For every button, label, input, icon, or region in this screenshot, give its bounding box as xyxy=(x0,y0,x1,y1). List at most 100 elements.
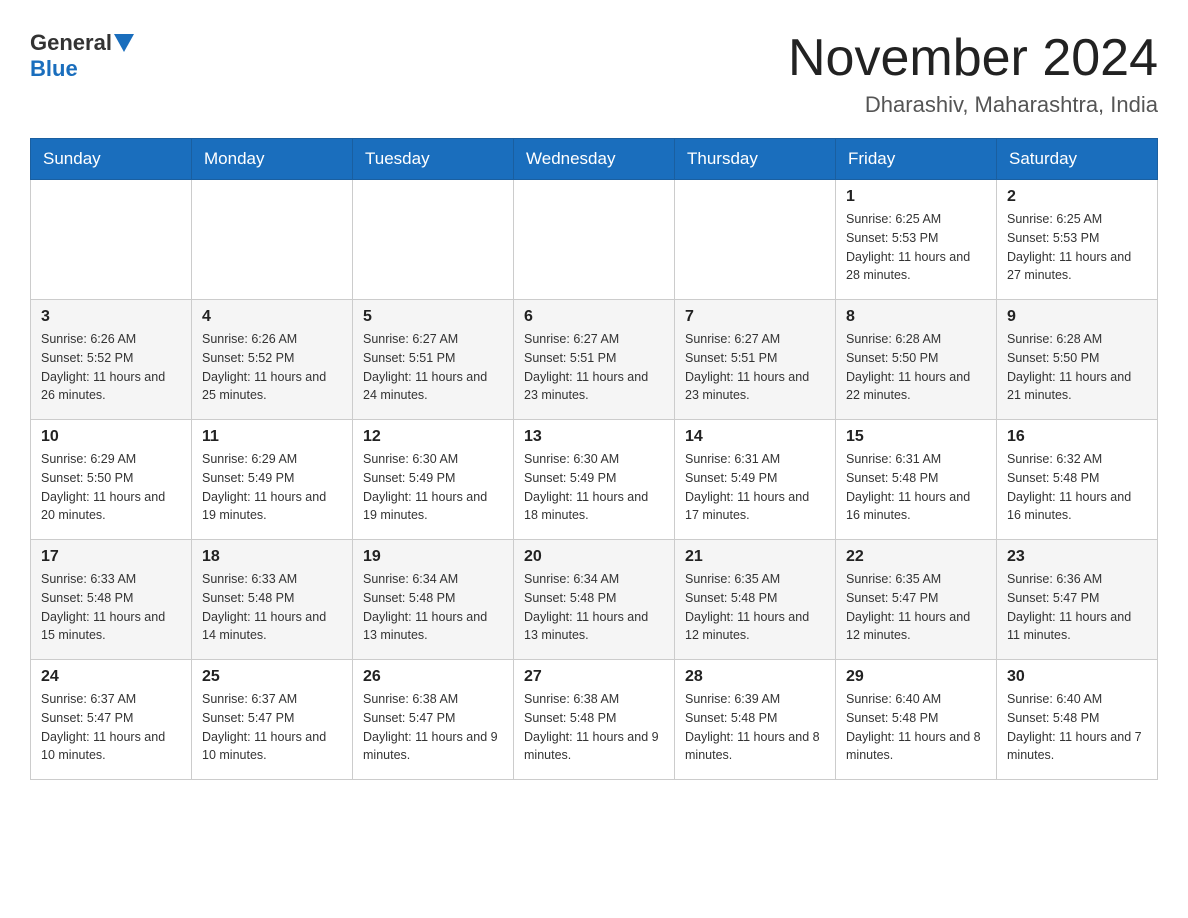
day-number: 14 xyxy=(685,428,825,446)
day-info: Sunrise: 6:27 AM Sunset: 5:51 PM Dayligh… xyxy=(685,330,825,405)
calendar-week-row: 24 Sunrise: 6:37 AM Sunset: 5:47 PM Dayli… xyxy=(31,660,1158,780)
month-year-title: November 2024 xyxy=(788,30,1158,87)
logo-blue-text: Blue xyxy=(30,56,78,82)
day-number: 20 xyxy=(524,548,664,566)
day-info: Sunrise: 6:28 AM Sunset: 5:50 PM Dayligh… xyxy=(1007,330,1147,405)
day-number: 26 xyxy=(363,668,503,686)
weekday-header-friday: Friday xyxy=(836,139,997,180)
calendar-cell: 2Sunrise: 6:25 AM Sunset: 5:53 PM Daylig… xyxy=(997,180,1158,300)
day-number: 1 xyxy=(846,188,986,206)
day-info: Sunrise: 6:40 AM Sunset: 5:48 PM Dayligh… xyxy=(846,690,986,765)
calendar-cell: 10Sunrise: 6:29 AM Sunset: 5:50 PM Dayli… xyxy=(31,420,192,540)
calendar-cell xyxy=(353,180,514,300)
calendar-cell: 12Sunrise: 6:30 AM Sunset: 5:49 PM Dayli… xyxy=(353,420,514,540)
calendar-cell: 24Sunrise: 6:37 AM Sunset: 5:47 PM Dayli… xyxy=(31,660,192,780)
calendar-cell: 3 Sunrise: 6:26 AM Sunset: 5:52 PM Daylig… xyxy=(31,300,192,420)
day-number: 24 xyxy=(41,668,181,686)
day-number: 28 xyxy=(685,668,825,686)
calendar-cell xyxy=(675,180,836,300)
day-number: 7 xyxy=(685,308,825,326)
calendar-cell: 28 Sunrise: 6:39 AM Sunset: 5:48 PM Dayli… xyxy=(675,660,836,780)
calendar-week-row: 17Sunrise: 6:33 AM Sunset: 5:48 PM Dayli… xyxy=(31,540,1158,660)
day-info: Sunrise: 6:38 AM Sunset: 5:47 PM Dayligh… xyxy=(363,690,503,765)
day-number: 4 xyxy=(202,308,342,326)
calendar-cell: 15 Sunrise: 6:31 AM Sunset: 5:48 PM Dayli… xyxy=(836,420,997,540)
day-info: Sunrise: 6:33 AM Sunset: 5:48 PM Dayligh… xyxy=(202,570,342,645)
day-number: 8 xyxy=(846,308,986,326)
weekday-header-tuesday: Tuesday xyxy=(353,139,514,180)
day-info: Sunrise: 6:26 AM Sunset: 5:52 PM Dayligh… xyxy=(41,330,181,405)
day-info: Sunrise: 6:37 AM Sunset: 5:47 PM Dayligh… xyxy=(202,690,342,765)
calendar-week-row: 3 Sunrise: 6:26 AM Sunset: 5:52 PM Daylig… xyxy=(31,300,1158,420)
day-info: Sunrise: 6:35 AM Sunset: 5:48 PM Dayligh… xyxy=(685,570,825,645)
calendar-week-row: 10Sunrise: 6:29 AM Sunset: 5:50 PM Dayli… xyxy=(31,420,1158,540)
logo: General Blue xyxy=(30,30,136,82)
day-number: 22 xyxy=(846,548,986,566)
calendar-cell: 13 Sunrise: 6:30 AM Sunset: 5:49 PM Dayli… xyxy=(514,420,675,540)
day-info: Sunrise: 6:39 AM Sunset: 5:48 PM Dayligh… xyxy=(685,690,825,765)
logo-general-text: General xyxy=(30,30,112,56)
day-info: Sunrise: 6:32 AM Sunset: 5:48 PM Dayligh… xyxy=(1007,450,1147,525)
day-info: Sunrise: 6:28 AM Sunset: 5:50 PM Dayligh… xyxy=(846,330,986,405)
day-number: 3 xyxy=(41,308,181,326)
day-info: Sunrise: 6:29 AM Sunset: 5:50 PM Dayligh… xyxy=(41,450,181,525)
day-info: Sunrise: 6:31 AM Sunset: 5:48 PM Dayligh… xyxy=(846,450,986,525)
day-info: Sunrise: 6:25 AM Sunset: 5:53 PM Dayligh… xyxy=(846,210,986,285)
day-number: 30 xyxy=(1007,668,1147,686)
weekday-header-sunday: Sunday xyxy=(31,139,192,180)
weekday-header-thursday: Thursday xyxy=(675,139,836,180)
day-number: 6 xyxy=(524,308,664,326)
calendar-cell: 14Sunrise: 6:31 AM Sunset: 5:49 PM Dayli… xyxy=(675,420,836,540)
day-number: 18 xyxy=(202,548,342,566)
calendar-cell: 20 Sunrise: 6:34 AM Sunset: 5:48 PM Dayli… xyxy=(514,540,675,660)
day-number: 19 xyxy=(363,548,503,566)
weekday-header-wednesday: Wednesday xyxy=(514,139,675,180)
day-info: Sunrise: 6:26 AM Sunset: 5:52 PM Dayligh… xyxy=(202,330,342,405)
day-info: Sunrise: 6:30 AM Sunset: 5:49 PM Dayligh… xyxy=(363,450,503,525)
day-info: Sunrise: 6:30 AM Sunset: 5:49 PM Dayligh… xyxy=(524,450,664,525)
calendar-cell: 8 Sunrise: 6:28 AM Sunset: 5:50 PM Daylig… xyxy=(836,300,997,420)
day-info: Sunrise: 6:34 AM Sunset: 5:48 PM Dayligh… xyxy=(524,570,664,645)
day-number: 2 xyxy=(1007,188,1147,206)
logo-triangle-icon xyxy=(114,34,134,52)
calendar-table: SundayMondayTuesdayWednesdayThursdayFrid… xyxy=(30,138,1158,780)
calendar-cell: 5 Sunrise: 6:27 AM Sunset: 5:51 PM Daylig… xyxy=(353,300,514,420)
day-number: 13 xyxy=(524,428,664,446)
calendar-week-row: 1 Sunrise: 6:25 AM Sunset: 5:53 PM Daylig… xyxy=(31,180,1158,300)
calendar-cell: 16Sunrise: 6:32 AM Sunset: 5:48 PM Dayli… xyxy=(997,420,1158,540)
calendar-cell: 6 Sunrise: 6:27 AM Sunset: 5:51 PM Daylig… xyxy=(514,300,675,420)
calendar-cell xyxy=(31,180,192,300)
calendar-cell: 30 Sunrise: 6:40 AM Sunset: 5:48 PM Dayli… xyxy=(997,660,1158,780)
day-number: 21 xyxy=(685,548,825,566)
day-info: Sunrise: 6:27 AM Sunset: 5:51 PM Dayligh… xyxy=(524,330,664,405)
day-info: Sunrise: 6:40 AM Sunset: 5:48 PM Dayligh… xyxy=(1007,690,1147,765)
calendar-cell: 1 Sunrise: 6:25 AM Sunset: 5:53 PM Daylig… xyxy=(836,180,997,300)
day-info: Sunrise: 6:38 AM Sunset: 5:48 PM Dayligh… xyxy=(524,690,664,765)
day-number: 5 xyxy=(363,308,503,326)
calendar-cell: 29 Sunrise: 6:40 AM Sunset: 5:48 PM Dayli… xyxy=(836,660,997,780)
calendar-cell: 17Sunrise: 6:33 AM Sunset: 5:48 PM Dayli… xyxy=(31,540,192,660)
weekday-header-saturday: Saturday xyxy=(997,139,1158,180)
day-info: Sunrise: 6:27 AM Sunset: 5:51 PM Dayligh… xyxy=(363,330,503,405)
calendar-cell: 4 Sunrise: 6:26 AM Sunset: 5:52 PM Daylig… xyxy=(192,300,353,420)
calendar-cell: 9Sunrise: 6:28 AM Sunset: 5:50 PM Daylig… xyxy=(997,300,1158,420)
location-subtitle: Dharashiv, Maharashtra, India xyxy=(788,92,1158,118)
day-number: 23 xyxy=(1007,548,1147,566)
day-number: 25 xyxy=(202,668,342,686)
calendar-cell: 11Sunrise: 6:29 AM Sunset: 5:49 PM Dayli… xyxy=(192,420,353,540)
calendar-cell: 19 Sunrise: 6:34 AM Sunset: 5:48 PM Dayli… xyxy=(353,540,514,660)
calendar-header-row: SundayMondayTuesdayWednesdayThursdayFrid… xyxy=(31,139,1158,180)
calendar-cell xyxy=(514,180,675,300)
day-number: 29 xyxy=(846,668,986,686)
day-number: 15 xyxy=(846,428,986,446)
day-number: 11 xyxy=(202,428,342,446)
calendar-cell: 23 Sunrise: 6:36 AM Sunset: 5:47 PM Dayli… xyxy=(997,540,1158,660)
calendar-cell: 18 Sunrise: 6:33 AM Sunset: 5:48 PM Dayli… xyxy=(192,540,353,660)
day-info: Sunrise: 6:34 AM Sunset: 5:48 PM Dayligh… xyxy=(363,570,503,645)
day-number: 27 xyxy=(524,668,664,686)
calendar-cell: 25 Sunrise: 6:37 AM Sunset: 5:47 PM Dayli… xyxy=(192,660,353,780)
calendar-cell: 27 Sunrise: 6:38 AM Sunset: 5:48 PM Dayli… xyxy=(514,660,675,780)
calendar-cell: 22Sunrise: 6:35 AM Sunset: 5:47 PM Dayli… xyxy=(836,540,997,660)
weekday-header-monday: Monday xyxy=(192,139,353,180)
day-info: Sunrise: 6:36 AM Sunset: 5:47 PM Dayligh… xyxy=(1007,570,1147,645)
